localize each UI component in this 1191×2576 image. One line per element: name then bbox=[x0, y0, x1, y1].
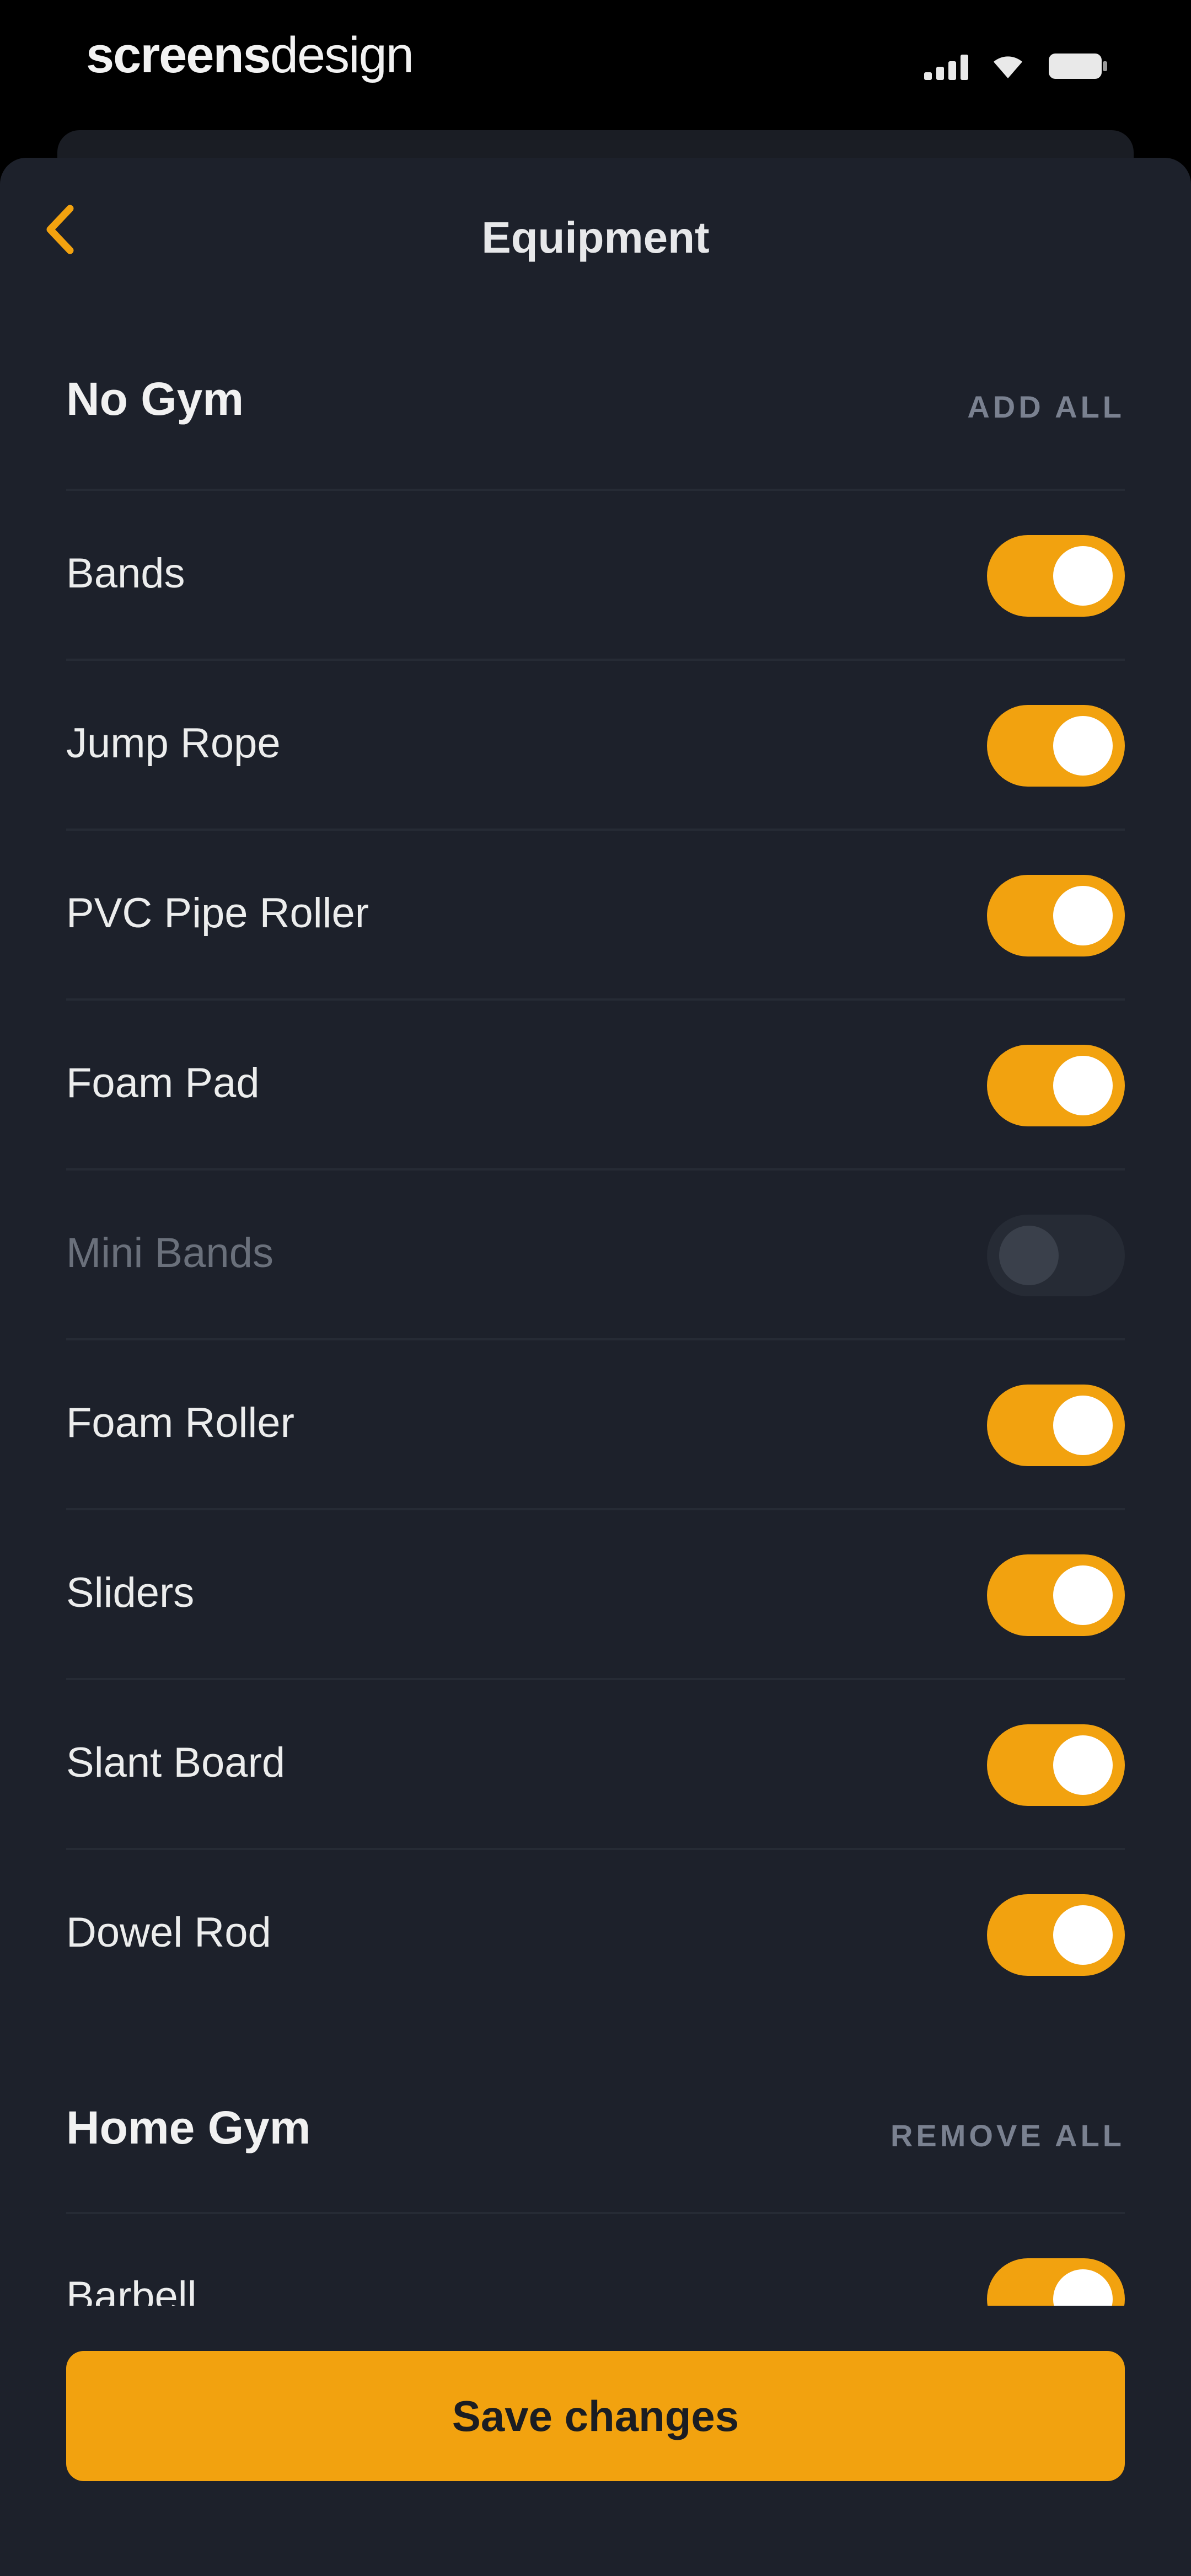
equipment-row: PVC Pipe Roller bbox=[66, 829, 1125, 998]
status-icons bbox=[924, 50, 1108, 83]
remove-all-button[interactable]: REMOVE ALL bbox=[890, 2114, 1125, 2158]
equipment-label: Bands bbox=[66, 550, 185, 597]
equipment-row: Slant Board bbox=[66, 1678, 1125, 1848]
equipment-row: Sliders bbox=[66, 1508, 1125, 1678]
equipment-toggle[interactable] bbox=[987, 1215, 1125, 1296]
cellular-signal-icon bbox=[924, 52, 968, 80]
toggle-knob bbox=[1053, 1735, 1113, 1795]
toggle-knob bbox=[1053, 1905, 1113, 1965]
equipment-label: Foam Roller bbox=[66, 1399, 294, 1446]
equipment-label: Jump Rope bbox=[66, 720, 281, 767]
toggle-knob bbox=[1053, 1565, 1113, 1625]
equipment-label: Mini Bands bbox=[66, 1230, 273, 1276]
status-bar: screensdesign bbox=[0, 0, 1191, 132]
equipment-label: Slant Board bbox=[66, 1739, 286, 1786]
section-header-no-gym: No Gym ADD ALL bbox=[66, 356, 1125, 439]
brand-bold: screens bbox=[86, 27, 271, 83]
equipment-label: PVC Pipe Roller bbox=[66, 890, 369, 937]
toggle-knob bbox=[1053, 546, 1113, 606]
toggle-knob bbox=[1053, 1396, 1113, 1455]
equipment-label: Dowel Rod bbox=[66, 1909, 271, 1956]
equipment-row: Foam Roller bbox=[66, 1338, 1125, 1508]
equipment-toggle[interactable] bbox=[987, 1724, 1125, 1806]
wifi-icon bbox=[990, 53, 1026, 79]
equipment-toggle[interactable] bbox=[987, 1554, 1125, 1636]
equipment-toggle[interactable] bbox=[987, 705, 1125, 787]
battery-icon bbox=[1048, 51, 1108, 81]
page-title: Equipment bbox=[481, 213, 710, 262]
equipment-label: Foam Pad bbox=[66, 1060, 260, 1107]
section-title: Home Gym bbox=[66, 2102, 311, 2153]
nav-bar: Equipment bbox=[0, 158, 1191, 318]
equipment-label: Sliders bbox=[66, 1569, 195, 1616]
brand-logo: screensdesign bbox=[86, 22, 414, 88]
equipment-toggle[interactable] bbox=[987, 1385, 1125, 1466]
equipment-toggle[interactable] bbox=[987, 1894, 1125, 1976]
equipment-row: Dowel Rod bbox=[66, 1848, 1125, 2018]
equipment-row: Foam Pad bbox=[66, 998, 1125, 1168]
add-all-button[interactable]: ADD ALL bbox=[967, 385, 1125, 429]
equipment-sheet: Equipment No Gym ADD ALL Bands Jump Rope… bbox=[0, 158, 1191, 2576]
equipment-row: Jump Rope bbox=[66, 659, 1125, 829]
equipment-toggle[interactable] bbox=[987, 875, 1125, 956]
toggle-knob bbox=[1053, 886, 1113, 945]
equipment-screen: screensdesign Equipment No Gym ADD ALL B… bbox=[0, 0, 1191, 2576]
equipment-row: Mini Bands bbox=[66, 1168, 1125, 1338]
brand-light: design bbox=[270, 27, 414, 83]
equipment-toggle[interactable] bbox=[987, 1045, 1125, 1126]
equipment-row: Bands bbox=[66, 489, 1125, 659]
toggle-knob bbox=[1053, 1056, 1113, 1115]
footer: Save changes bbox=[0, 2306, 1191, 2576]
section-title: No Gym bbox=[66, 373, 244, 425]
equipment-toggle[interactable] bbox=[987, 535, 1125, 617]
section-header-home-gym: Home Gym REMOVE ALL bbox=[66, 2085, 1125, 2168]
toggle-knob bbox=[1053, 716, 1113, 776]
save-changes-button[interactable]: Save changes bbox=[66, 2351, 1125, 2481]
toggle-knob bbox=[999, 1226, 1059, 1285]
